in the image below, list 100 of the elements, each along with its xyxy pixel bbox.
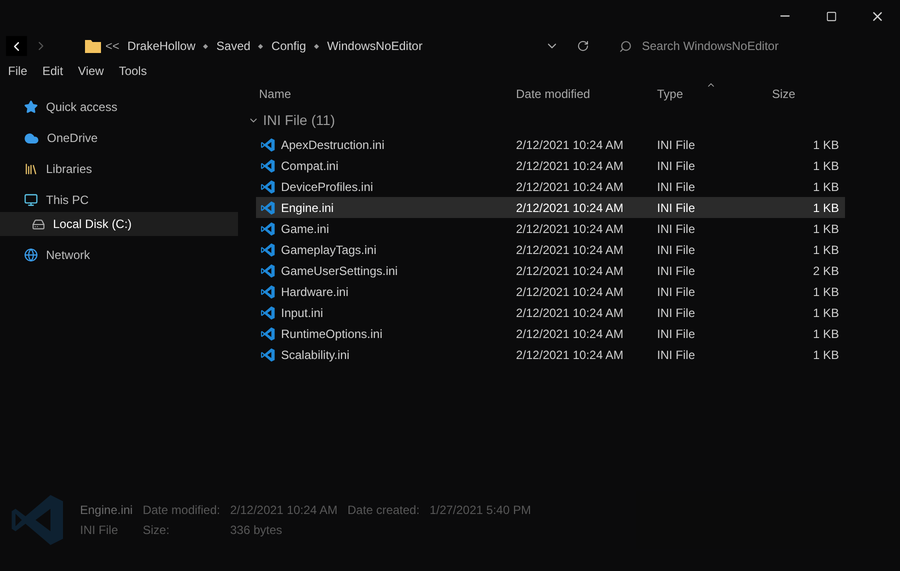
type-cell-text: INI File: [656, 178, 696, 196]
type-cell-text: INI File: [656, 326, 696, 342]
date-cell-text: 2/12/2021 10:24 AM: [515, 242, 624, 258]
vscode-file-icon: [260, 262, 276, 278]
size-cell-text: 1 KB: [812, 158, 840, 174]
vscode-file-icon: [260, 136, 276, 152]
search-field[interactable]: Search WindowsNoEditor: [642, 37, 894, 55]
file-name: Input.ini: [281, 304, 324, 322]
menu-item[interactable]: Edit: [42, 62, 64, 80]
separator-icon: [314, 44, 320, 48]
column-header[interactable]: Type: [654, 82, 772, 106]
breadcrumb-item[interactable]: DrakeHollow: [127, 37, 196, 55]
type-cell-text: INI File: [656, 200, 696, 216]
file-row[interactable]: Hardware.ini 2/12/2021 10:24 AM INI File 1 KB: [256, 281, 845, 302]
type-cell-text: INI File: [656, 220, 696, 238]
group-header[interactable]: INI File (11): [248, 106, 336, 134]
file-row[interactable]: GameplayTags.ini 2/12/2021 10:24 AM INI File 1 KB: [256, 239, 845, 260]
size-cell-text: 2 KB: [812, 262, 840, 280]
column-header[interactable]: Date modified: [513, 82, 654, 106]
folder-icon: [85, 39, 102, 53]
star-icon: [24, 100, 38, 114]
size-cell-text: 1 KB: [812, 346, 840, 364]
file-name: Hardware.ini: [281, 284, 348, 300]
date-cell-text: 2/12/2021 10:24 AM: [515, 178, 624, 196]
details-label: Date created:: [348, 502, 420, 519]
refresh-button[interactable]: [576, 40, 589, 52]
date-cell-text: 2/12/2021 10:24 AM: [515, 262, 624, 280]
sidebar-item[interactable]: Local Disk (C:): [0, 212, 238, 236]
size-cell-text: 1 KB: [812, 200, 840, 216]
sidebar-item[interactable]: Quick access: [0, 95, 238, 119]
breadcrumb-item[interactable]: Saved: [216, 37, 250, 55]
details-label: Size:: [142, 522, 170, 539]
file-row[interactable]: GameUserSettings.ini 2/12/2021 10:24 AM INI File 2 KB: [256, 260, 845, 281]
details-value: 2/12/2021 10:24 AM: [230, 502, 338, 519]
vscode-file-icon: [260, 158, 276, 174]
file-row[interactable]: Engine.ini 2/12/2021 10:24 AM INI File 1 KB: [256, 197, 845, 218]
file-name: RuntimeOptions.ini: [281, 326, 382, 342]
date-cell-text: 2/12/2021 10:24 AM: [515, 304, 624, 322]
monitor-icon: [24, 193, 38, 207]
type-cell-text: INI File: [656, 262, 696, 280]
breadcrumb-item[interactable]: WindowsNoEditor: [327, 37, 422, 55]
breadcrumb-overflow[interactable]: <<: [105, 37, 120, 55]
menu-item[interactable]: Tools: [118, 62, 147, 80]
details-type: INI File: [80, 522, 120, 539]
vscode-file-icon: [260, 178, 276, 194]
vscode-file-icon: [260, 326, 276, 342]
search-icon: [618, 40, 632, 52]
size-cell-text: 1 KB: [812, 242, 840, 258]
date-cell-text: 2/12/2021 10:24 AM: [515, 158, 624, 174]
file-row[interactable]: Game.ini 2/12/2021 10:24 AM INI File 1 KB: [256, 218, 845, 239]
file-row[interactable]: RuntimeOptions.ini 2/12/2021 10:24 AM INI File 1 KB: [256, 323, 845, 344]
file-row[interactable]: DeviceProfiles.ini 2/12/2021 10:24 AM INI File 1 KB: [256, 176, 845, 197]
details-value: 1/27/2021 5:40 PM: [430, 502, 531, 519]
vscode-file-icon: [260, 200, 276, 216]
type-cell-text: INI File: [656, 158, 696, 174]
separator-icon: [258, 44, 264, 48]
maximize-icon: [826, 10, 836, 22]
vscode-file-icon: [260, 242, 276, 258]
file-row[interactable]: Scalability.ini 2/12/2021 10:24 AM INI File 1 KB: [256, 344, 845, 365]
column-header[interactable]: Size: [772, 82, 843, 106]
sidebar-item[interactable]: Network: [0, 243, 238, 267]
file-name: DeviceProfiles.ini: [281, 178, 374, 196]
size-cell-text: 1 KB: [812, 304, 840, 322]
type-cell-text: INI File: [656, 284, 696, 300]
date-cell-text: 2/12/2021 10:24 AM: [515, 220, 624, 238]
file-row[interactable]: Input.ini 2/12/2021 10:24 AM INI File 1 KB: [256, 302, 845, 323]
breadcrumb-item[interactable]: Config: [271, 37, 306, 55]
file-row[interactable]: Compat.ini 2/12/2021 10:24 AM INI File 1 KB: [256, 155, 845, 176]
separator-icon: [203, 44, 208, 48]
back-button[interactable]: [6, 36, 27, 56]
date-cell-text: 2/12/2021 10:24 AM: [515, 346, 624, 364]
sidebar-item[interactable]: Libraries: [0, 157, 238, 181]
date-cell-text: 2/12/2021 10:24 AM: [515, 136, 624, 154]
globe-icon: [24, 248, 38, 262]
file-name: Game.ini: [281, 220, 330, 238]
size-cell-text: 1 KB: [812, 136, 840, 154]
details-value: 336 bytes: [230, 522, 284, 539]
file-name: Engine.ini: [281, 200, 334, 216]
file-name: ApexDestruction.ini: [281, 136, 384, 154]
cloud-icon: [24, 130, 39, 146]
refresh-icon: [576, 40, 589, 52]
type-cell-text: INI File: [656, 242, 696, 258]
sidebar-item[interactable]: This PC: [0, 188, 238, 212]
type-cell-text: INI File: [656, 136, 696, 154]
date-cell-text: 2/12/2021 10:24 AM: [515, 326, 624, 342]
menu-item[interactable]: File: [8, 62, 28, 80]
file-row[interactable]: ApexDestruction.ini 2/12/2021 10:24 AM INI File 1 KB: [256, 134, 845, 155]
date-cell-text: 2/12/2021 10:24 AM: [515, 284, 624, 300]
column-header[interactable]: Name: [256, 82, 513, 106]
library-icon: [24, 162, 38, 176]
details-name: Engine.ini: [80, 502, 133, 519]
sidebar-item[interactable]: OneDrive: [0, 126, 238, 150]
size-cell-text: 1 KB: [812, 178, 840, 196]
vscode-file-icon: [260, 346, 276, 362]
menu-item[interactable]: View: [78, 62, 104, 80]
size-cell-text: 1 KB: [812, 284, 840, 300]
size-cell-text: 1 KB: [812, 326, 840, 342]
size-cell-text: 1 KB: [812, 220, 840, 238]
vscode-file-icon: [260, 220, 276, 236]
type-cell-text: INI File: [656, 346, 696, 364]
